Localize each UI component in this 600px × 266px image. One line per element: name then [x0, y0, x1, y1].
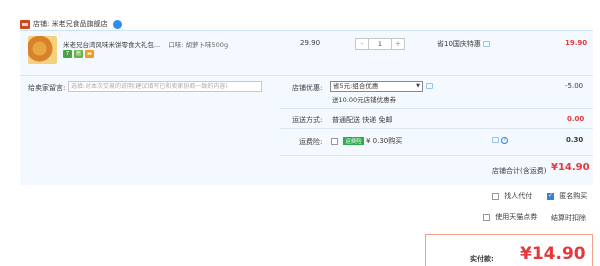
- product-name[interactable]: 米老兄台湾风味米饼零食大礼包...: [63, 41, 160, 49]
- actual-payment-value: ¥14.90: [520, 244, 586, 264]
- promo-info-icon[interactable]: [483, 41, 491, 47]
- coupon-select[interactable]: 省5元:组合优惠: [330, 81, 423, 92]
- insurance-info-icon[interactable]: [492, 137, 499, 143]
- insurance-tag: 运费险: [343, 137, 364, 145]
- promo-text: 省10国庆特惠: [437, 39, 491, 49]
- message-label: 给卖家留言:: [28, 84, 66, 92]
- divider: [280, 108, 593, 109]
- insurance-amount: 0.30: [566, 136, 584, 144]
- tmall-points-option[interactable]: 使用天猫点券: [483, 212, 537, 222]
- shop-header: 店铺: 米老兄食品旗舰店: [20, 17, 122, 31]
- coupon-info-icon[interactable]: [426, 82, 433, 90]
- shop-total-label: 店铺合计(含运费): [492, 167, 547, 175]
- quantity-stepper[interactable]: - 1 +: [355, 38, 405, 50]
- shop-label[interactable]: 店铺: 米老兄食品旗舰店: [33, 19, 108, 29]
- unit-price: 29.90: [300, 39, 321, 47]
- tmall-points-checkbox[interactable]: [483, 213, 490, 221]
- divider: [280, 155, 593, 156]
- anonymous-label: 匿名购买: [559, 192, 588, 200]
- insurance-label: 运费险:: [299, 138, 323, 146]
- shop-total-value: ¥14.90: [551, 162, 590, 173]
- coupon-label: 店铺优惠:: [292, 84, 323, 92]
- credit-card-badge[interactable]: ▬: [85, 50, 94, 58]
- decrement-button[interactable]: -: [356, 39, 368, 49]
- proxy-pay-label: 找人代付: [504, 192, 533, 200]
- quantity-input[interactable]: 1: [368, 39, 392, 49]
- divider: [280, 128, 593, 129]
- shop-icon: [20, 19, 30, 29]
- product-thumbnail[interactable]: [28, 36, 57, 64]
- seven-day-return-badge[interactable]: 7: [63, 50, 72, 58]
- coupon-note: 送10.00元店铺优惠券: [332, 96, 397, 104]
- help-icon[interactable]: ?: [501, 136, 509, 144]
- chat-icon[interactable]: [112, 19, 122, 29]
- message-input[interactable]: 选填:对本次交易的说明(建议填写已和卖家协商一致的内容): [68, 81, 262, 92]
- promo-label: 省10国庆特惠: [437, 40, 481, 48]
- insurance-option[interactable]: 运费险 ¥ 0.30购买: [331, 136, 402, 146]
- shipping-label: 运送方式:: [292, 116, 323, 124]
- insurance-value: ¥ 0.30购买: [365, 137, 403, 145]
- shipping-amount: 0.00: [567, 115, 585, 123]
- points-note: 结算时扣除: [551, 214, 586, 222]
- insurance-checkbox[interactable]: [331, 137, 338, 145]
- actual-payment-label: 实付款:: [470, 255, 494, 263]
- tmall-points-label: 使用天猫点券: [495, 213, 538, 221]
- item-subtotal: 19.90: [565, 39, 588, 47]
- increment-button[interactable]: +: [392, 39, 404, 49]
- coupon-amount: -5.00: [565, 82, 584, 90]
- item-row: [20, 30, 593, 75]
- badge-row: 7 赠 ▬: [63, 50, 94, 58]
- insurance-icons: ?: [492, 136, 509, 144]
- shipping-value: 普通配送 快递 免邮: [332, 116, 393, 124]
- product-attr: 口味: 胡萝卜味500g: [168, 41, 229, 49]
- proxy-pay-checkbox[interactable]: [492, 192, 499, 200]
- gift-badge[interactable]: 赠: [74, 50, 83, 58]
- anonymous-option[interactable]: 匿名购买: [547, 191, 587, 201]
- product-title[interactable]: 米老兄台湾风味米饼零食大礼包... 口味: 胡萝卜味500g: [63, 39, 228, 49]
- proxy-pay-option[interactable]: 找人代付: [492, 191, 532, 201]
- anonymous-checkbox[interactable]: [547, 192, 554, 200]
